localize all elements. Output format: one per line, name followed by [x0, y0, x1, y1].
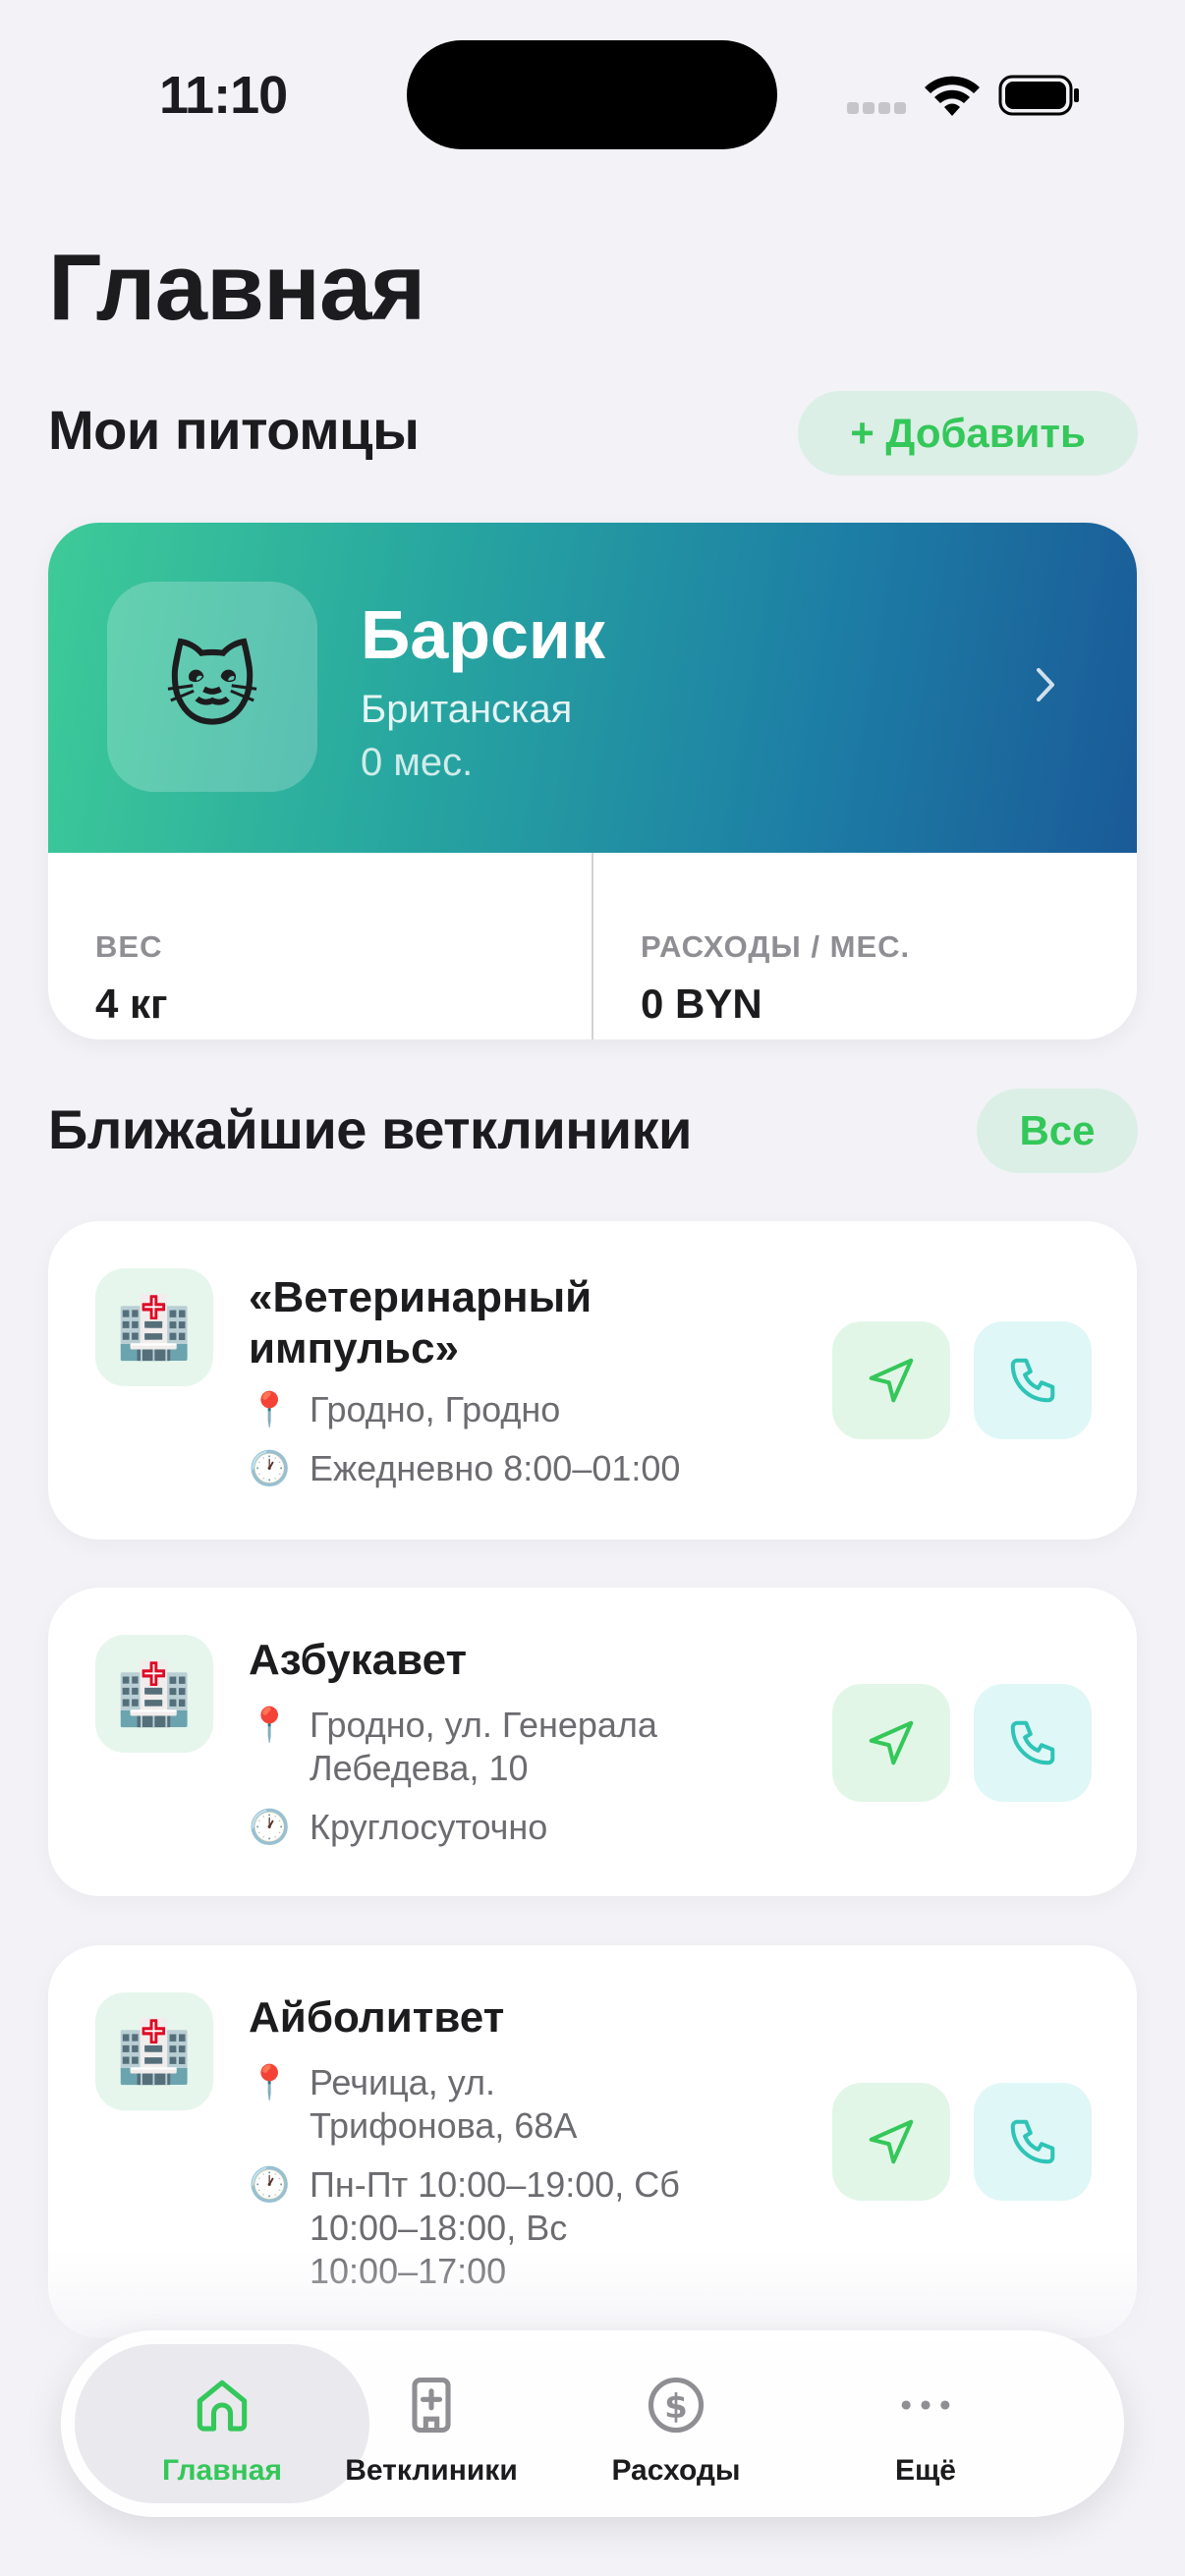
navigation-arrow-icon: [869, 2119, 914, 2164]
pet-age: 0 мес.: [361, 741, 474, 784]
tab-clinics[interactable]: Ветклиники: [310, 2344, 552, 2503]
clinic-address: 📍 Гродно, Гродно: [249, 1389, 561, 1429]
clinic-hours: 🕐 Круглосуточно: [249, 1807, 548, 1847]
clinic-name: Азбукавет: [249, 1636, 468, 1684]
phone-icon: [1010, 1720, 1055, 1765]
pin-icon: 📍: [249, 2064, 291, 2101]
svg-text:$: $: [664, 2387, 688, 2427]
clinic-name: Айболитвет: [249, 1993, 505, 2042]
weight-value: 4 кг: [95, 980, 168, 1027]
route-button[interactable]: [832, 1684, 950, 1802]
clinic-card[interactable]: 🏥 Азбукавет 📍 Гродно, ул. Генерала Лебед…: [48, 1588, 1137, 1896]
clock-icon: 🕐: [249, 1450, 291, 1487]
call-button[interactable]: [974, 2083, 1092, 2201]
clinic-address: 📍 Гродно, ул. Генерала Лебедева, 10: [249, 1705, 657, 1788]
tab-expenses[interactable]: $ Расходы: [580, 2344, 772, 2503]
tab-label: Ветклиники: [345, 2454, 518, 2487]
pin-icon: 📍: [249, 1391, 291, 1428]
tab-label: Расходы: [611, 2454, 741, 2487]
ellipsis-icon: [901, 2400, 950, 2410]
expenses-value: 0 BYN: [641, 980, 762, 1027]
expenses-label: РАСХОДЫ / МЕС.: [641, 929, 911, 964]
pets-section-title: Мои питомцы: [48, 399, 420, 461]
phone-icon: [1010, 2119, 1055, 2164]
pet-breed: Британская: [361, 688, 573, 731]
page-title: Главная: [48, 235, 425, 340]
pet-avatar: 🐱: [107, 582, 317, 792]
all-clinics-button[interactable]: Все: [977, 1089, 1138, 1173]
tab-more[interactable]: Ещё: [808, 2344, 1044, 2503]
clinic-icon: [412, 2377, 451, 2434]
route-button[interactable]: [832, 2083, 950, 2201]
dollar-circle-icon: $: [648, 2377, 705, 2434]
weight-label: ВЕС: [95, 929, 163, 964]
tab-bar: Главная Ветклиники $ Расходы Ещё: [61, 2330, 1124, 2517]
add-pet-button[interactable]: + Добавить: [798, 391, 1138, 476]
pet-expenses-stat: РАСХОДЫ / МЕС. 0 BYN: [593, 853, 1137, 1039]
dynamic-island: [407, 40, 777, 149]
call-button[interactable]: [974, 1321, 1092, 1439]
chevron-right-icon: [1037, 668, 1054, 701]
house-icon: [197, 2380, 248, 2432]
clinic-card[interactable]: 🏥 «Ветеринарный импульс» 📍 Гродно, Гродн…: [48, 1221, 1137, 1540]
pet-banner[interactable]: 🐱 Барсик Британская 0 мес.: [48, 523, 1137, 853]
status-time: 11:10: [159, 66, 288, 125]
navigation-arrow-icon: [869, 1720, 914, 1765]
clinics-section-title: Ближайшие ветклиники: [48, 1098, 692, 1160]
route-button[interactable]: [832, 1321, 950, 1439]
phone-icon: [1010, 1358, 1055, 1403]
clinic-name: «Ветеринарный импульс»: [249, 1273, 592, 1372]
pet-card[interactable]: 🐱 Барсик Британская 0 мес. ВЕС 4 кг РАСХ…: [48, 523, 1137, 1039]
call-button[interactable]: [974, 1684, 1092, 1802]
clock-icon: 🕐: [249, 2166, 291, 2204]
wifi-icon: [925, 76, 980, 116]
hospital-icon: 🏥: [95, 1635, 213, 1753]
navigation-arrow-icon: [869, 1358, 914, 1403]
clinic-hours: 🕐 Ежедневно 8:00–01:00: [249, 1448, 681, 1488]
pet-weight-stat: ВЕС 4 кг: [48, 853, 592, 1039]
pet-name: Барсик: [361, 596, 605, 673]
clock-icon: 🕐: [249, 1809, 291, 1846]
pin-icon: 📍: [249, 1707, 291, 1744]
cellular-signal-icon: [847, 102, 908, 116]
hospital-icon: 🏥: [95, 1268, 213, 1386]
clinic-address: 📍 Речица, ул. Трифонова, 68А: [249, 2062, 578, 2146]
hospital-icon: 🏥: [95, 1992, 213, 2110]
tab-label: Ещё: [894, 2454, 956, 2487]
status-bar: 11:10: [0, 0, 1185, 196]
battery-icon: [998, 75, 1079, 116]
